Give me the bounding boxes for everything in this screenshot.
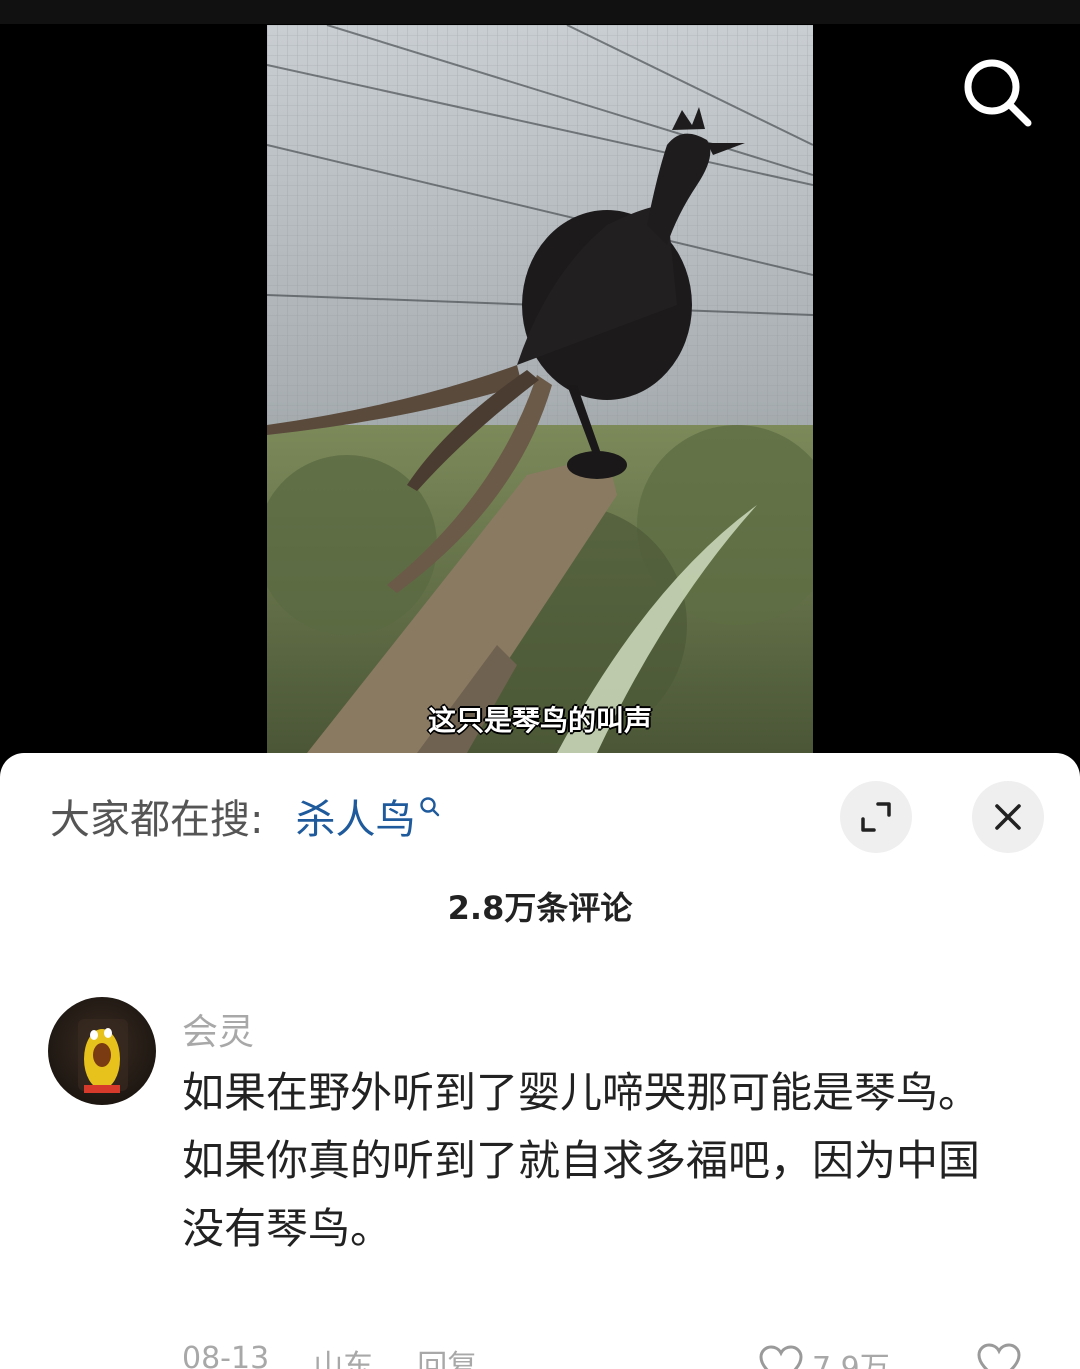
heart-icon	[759, 1345, 803, 1369]
video-subtitle: 这只是琴鸟的叫声	[427, 704, 652, 737]
reply-button[interactable]: 回复	[417, 1341, 477, 1369]
avatar[interactable]	[48, 997, 156, 1105]
hot-search-term: 杀人鸟	[295, 797, 416, 843]
small-search-icon	[420, 797, 440, 817]
video-frame-lyrebird	[267, 25, 813, 753]
status-bar	[0, 0, 1080, 24]
search-icon	[964, 59, 1032, 127]
comment-date: 08-13	[182, 1341, 270, 1369]
video-player[interactable]: 这只是琴鸟的叫声	[267, 25, 813, 753]
comment-meta: 08-13 山东 回复	[182, 1341, 477, 1369]
close-button[interactable]	[972, 781, 1044, 853]
comment-location: 山东	[313, 1349, 374, 1369]
hot-search-label: 大家都在搜:	[50, 797, 264, 843]
comment-body: 如果在野外听到了婴儿啼哭那可能是琴鸟。 如果你真的听到了就自求多福吧，因为中国没…	[182, 1059, 1012, 1263]
dislike-button[interactable]	[976, 1343, 1022, 1369]
heart-outline-icon	[977, 1343, 1021, 1369]
expand-button[interactable]	[840, 781, 912, 853]
hot-search-bar: 大家都在搜: 杀人鸟	[50, 789, 441, 843]
comment-count: 2.8万条评论	[447, 889, 633, 927]
expand-icon	[861, 802, 891, 832]
hot-search-link[interactable]: 杀人鸟	[295, 787, 441, 845]
like-button[interactable]: 7.9万	[758, 1343, 890, 1369]
avatar-image	[78, 1019, 128, 1093]
comment-username[interactable]: 会灵	[182, 1003, 254, 1055]
like-count: 7.9万	[812, 1351, 890, 1369]
comment-line: 如果你真的听到了就自求多福吧，因为中国没有琴鸟。	[182, 1136, 981, 1253]
search-button[interactable]	[960, 56, 1036, 132]
comment-line: 如果在野外听到了婴儿啼哭那可能是琴鸟。	[182, 1068, 981, 1117]
comments-sheet: 大家都在搜: 杀人鸟 2.8万条评论 会灵 如果在野外听到了婴儿啼哭那可能是琴鸟…	[0, 753, 1080, 1369]
close-icon	[995, 804, 1021, 830]
